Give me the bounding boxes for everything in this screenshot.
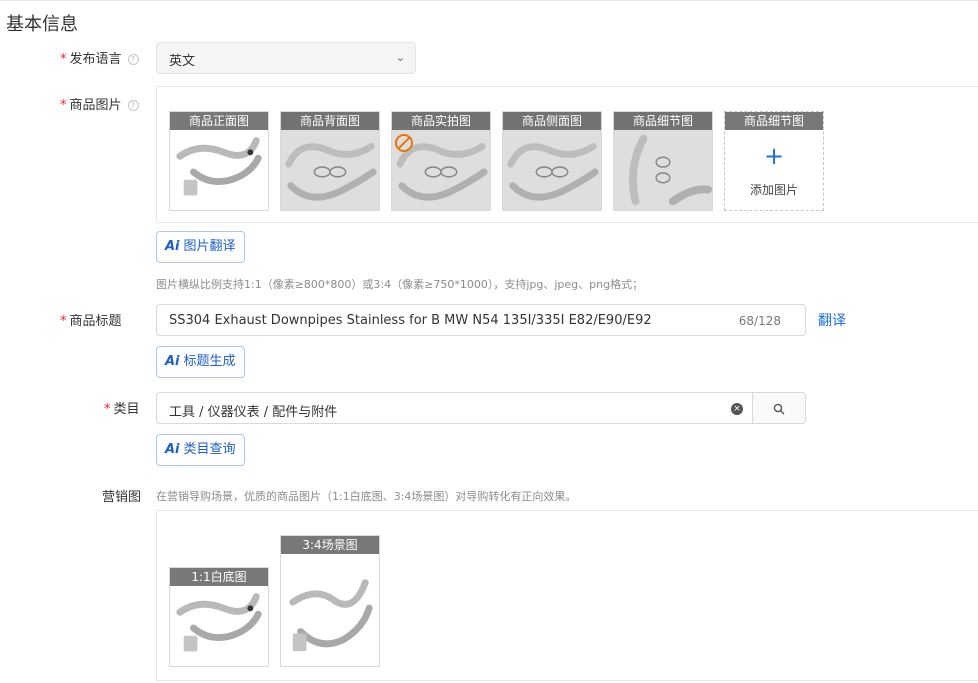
category-query-button[interactable]: Ai 类目查询 [156,434,245,466]
ai-icon: Ai [165,239,180,254]
image-thumb-front[interactable]: 商品正面图 [169,111,269,211]
image-hint: 图片横纵比例支持1:1（像素≥800*800）或3:4（像素≥750*1000）… [156,278,644,291]
image-thumb-side[interactable]: 商品侧面图 [502,111,602,211]
product-photo [289,579,373,652]
thumb-caption: 商品实拍图 [392,112,490,130]
language-label: * 发布语言? [60,48,139,67]
question-circle-icon[interactable]: ? [127,54,139,65]
marketing-thumb-scene[interactable]: 3:4场景图 [280,535,380,667]
marketing-hint: 在营销导购场景，优质的商品图片（1:1白底图、3:4场景图）对导购转化有正向效果… [156,490,577,503]
top-divider [0,0,978,1]
product-photo [176,593,262,652]
image-thumb-back[interactable]: 商品背面图 [280,111,380,211]
translate-link[interactable]: 翻译 [818,310,846,330]
thumb-caption: 商品侧面图 [503,112,601,130]
add-image-button[interactable]: 商品细节图 + 添加图片 [724,111,824,211]
product-photo [285,143,377,201]
section-title: 基本信息 [6,14,78,35]
thumb-caption: 商品正面图 [170,112,268,130]
image-translate-button[interactable]: Ai 图片翻译 [156,231,245,263]
required-mark: * [104,402,111,417]
thumb-caption: 商品细节图 [725,112,823,130]
marketing-label: 营销图 [102,490,142,505]
add-image-label: 添加图片 [749,183,798,197]
required-mark: * [60,98,67,113]
plus-icon: + [763,142,785,170]
question-circle-icon[interactable]: ? [127,100,139,111]
required-mark: * [60,314,67,329]
category-value: 工具 / 仪器仪表 / 配件与附件 [169,405,338,420]
title-generate-button[interactable]: Ai 标题生成 [156,346,245,378]
title-input[interactable]: SS304 Exhaust Downpipes Stainless for B … [156,304,806,336]
marketing-images-panel: 1:1白底图 3:4场景图 [156,510,978,681]
thumb-caption: 3:4场景图 [281,536,379,554]
images-label: * 商品图片? [60,94,139,113]
title-char-count: 68/128 [738,314,781,328]
image-thumb-real[interactable]: 商品实拍图 [391,111,491,211]
language-value: 英文 [169,54,196,69]
language-select[interactable]: 英文 ⌄ [156,42,416,74]
required-mark: * [60,52,67,67]
category-search-button[interactable] [752,392,806,424]
product-photo [176,137,262,196]
image-thumb-detail[interactable]: 商品细节图 [613,111,713,211]
ai-icon: Ai [165,442,180,457]
product-photo [507,143,599,201]
thumb-caption: 1:1白底图 [170,568,268,586]
product-images-panel: 商品正面图 商品背面图 商品实拍图 商品侧面图 商品细节图 商品细节图 + 添加… [156,86,978,223]
search-icon [773,403,785,415]
title-label: * 商品标题 [60,314,122,329]
prohibited-icon [395,134,413,152]
ai-icon: Ai [165,354,180,369]
product-photo [629,134,712,206]
category-input[interactable]: 工具 / 仪器仪表 / 配件与附件 × [156,392,754,424]
close-circle-icon[interactable]: × [731,403,743,415]
category-label: * 类目 [104,402,140,417]
chevron-down-icon: ⌄ [395,51,405,64]
thumb-caption: 商品背面图 [281,112,379,130]
thumb-caption: 商品细节图 [614,112,712,130]
title-value: SS304 Exhaust Downpipes Stainless for B … [169,313,652,328]
marketing-thumb-white[interactable]: 1:1白底图 [169,567,269,667]
